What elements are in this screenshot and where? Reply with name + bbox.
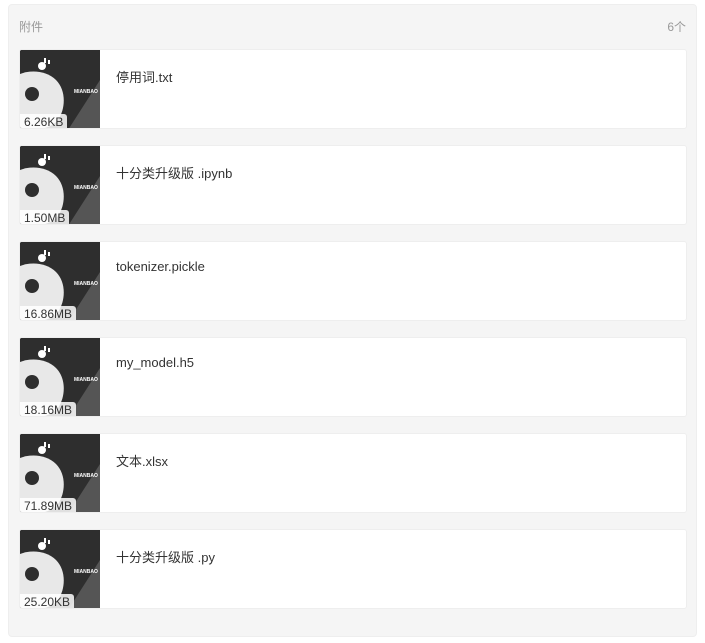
file-size: 6.26KB bbox=[20, 114, 68, 128]
attachment-list: MIANBAO 6.26KB 停用词.txt MIANBAO 1.50MB 十分… bbox=[19, 49, 687, 625]
attachment-item[interactable]: MIANBAO 1.50MB 十分类升级版 .ipynb bbox=[19, 145, 687, 225]
file-thumbnail: MIANBAO 1.50MB bbox=[20, 146, 100, 224]
file-thumbnail: MIANBAO 71.89MB bbox=[20, 434, 100, 512]
svg-text:MIANBAO: MIANBAO bbox=[74, 185, 98, 191]
file-name-link[interactable]: 十分类升级版 .ipynb bbox=[116, 163, 232, 182]
file-size: 71.89MB bbox=[20, 498, 77, 512]
attachment-item[interactable]: MIANBAO 16.86MB tokenizer.pickle bbox=[19, 241, 687, 321]
file-name-link[interactable]: my_model.h5 bbox=[116, 355, 194, 370]
attachments-title: 附件 bbox=[19, 20, 44, 34]
file-name-link[interactable]: tokenizer.pickle bbox=[116, 259, 205, 274]
attachment-item[interactable]: MIANBAO 18.16MB my_model.h5 bbox=[19, 337, 687, 417]
attachment-item[interactable]: MIANBAO 25.20KB 十分类升级版 .py bbox=[19, 529, 687, 609]
attachments-count: 6个 bbox=[667, 20, 686, 34]
svg-text:MIANBAO: MIANBAO bbox=[74, 89, 98, 95]
file-thumbnail: MIANBAO 18.16MB bbox=[20, 338, 100, 416]
attachment-item[interactable]: MIANBAO 71.89MB 文本.xlsx bbox=[19, 433, 687, 513]
file-size: 18.16MB bbox=[20, 402, 77, 416]
file-size: 16.86MB bbox=[20, 306, 77, 320]
attachments-panel: 附件 6个 MIANBAO 6.26KB 停用词.txt MIANBAO 1.5… bbox=[8, 4, 697, 637]
svg-text:MIANBAO: MIANBAO bbox=[74, 473, 98, 479]
file-size: 25.20KB bbox=[20, 594, 75, 608]
file-thumbnail: MIANBAO 6.26KB bbox=[20, 50, 100, 128]
file-name-link[interactable]: 十分类升级版 .py bbox=[116, 547, 215, 566]
file-name-link[interactable]: 文本.xlsx bbox=[116, 451, 168, 470]
attachments-header: 附件 6个 bbox=[9, 5, 696, 45]
svg-text:MIANBAO: MIANBAO bbox=[74, 569, 98, 575]
file-thumbnail: MIANBAO 25.20KB bbox=[20, 530, 100, 608]
file-size: 1.50MB bbox=[20, 210, 70, 224]
file-thumbnail: MIANBAO 16.86MB bbox=[20, 242, 100, 320]
svg-text:MIANBAO: MIANBAO bbox=[74, 281, 98, 287]
file-name-link[interactable]: 停用词.txt bbox=[116, 67, 172, 86]
svg-text:MIANBAO: MIANBAO bbox=[74, 377, 98, 383]
attachment-item[interactable]: MIANBAO 6.26KB 停用词.txt bbox=[19, 49, 687, 129]
